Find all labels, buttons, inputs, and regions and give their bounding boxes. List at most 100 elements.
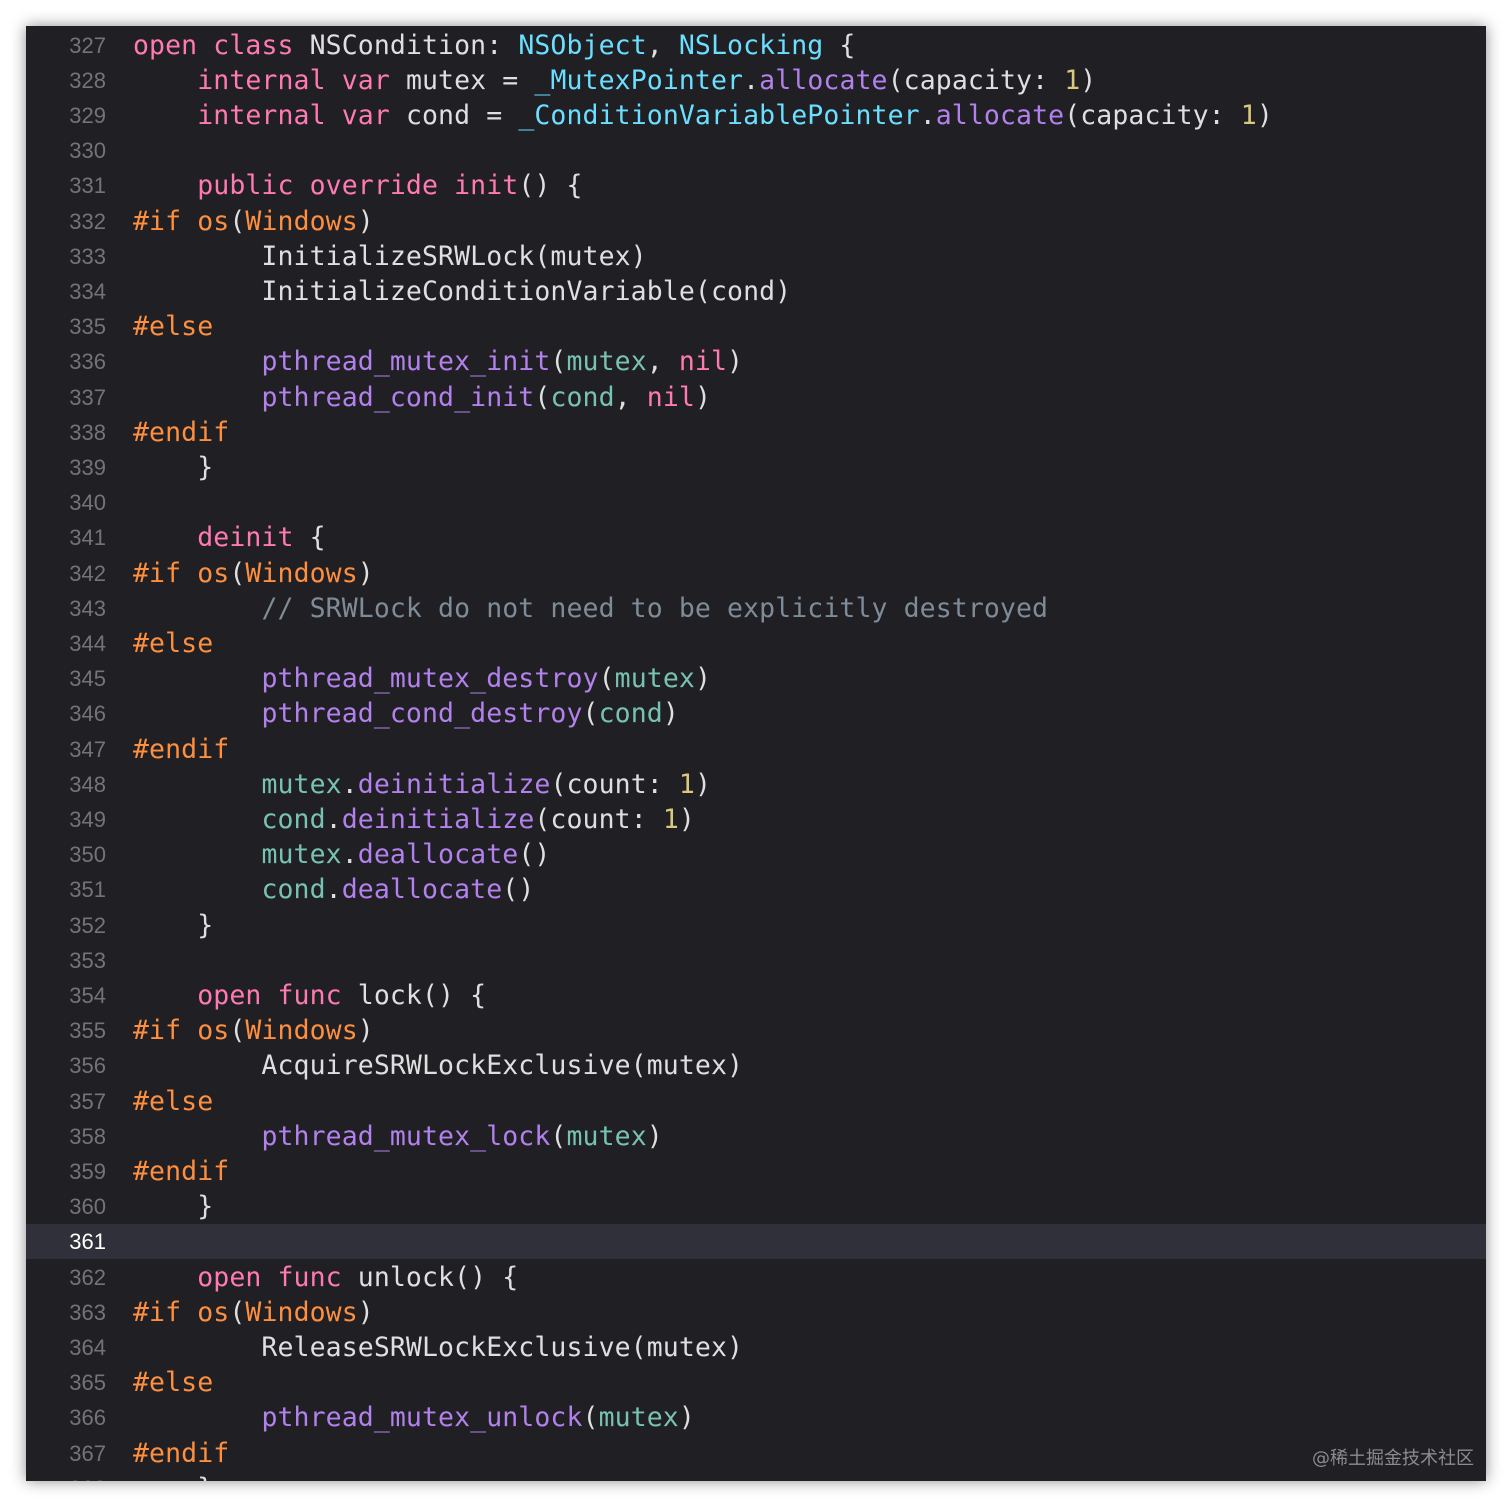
- code-line[interactable]: 353: [26, 943, 1486, 978]
- code-token: open: [133, 29, 198, 61]
- code-editor[interactable]: 327 open class NSCondition: NSObject, NSL…: [26, 26, 1486, 1481]
- code-line[interactable]: 339 }: [26, 450, 1486, 485]
- code-text: AcquireSRWLockExclusive(mutex): [133, 1048, 743, 1083]
- code-token: os: [197, 1296, 230, 1328]
- code-line[interactable]: 327 open class NSCondition: NSObject, NSL…: [26, 28, 1486, 63]
- line-number: 331: [69, 173, 106, 199]
- code-token: }: [133, 1473, 213, 1481]
- code-line[interactable]: 335 #else: [26, 309, 1486, 344]
- code-line[interactable]: 364 ReleaseSRWLockExclusive(mutex): [26, 1330, 1486, 1365]
- code-token: _MutexPointer: [534, 64, 744, 96]
- code-line[interactable]: 351 cond.deallocate(): [26, 872, 1486, 907]
- code-line[interactable]: 359 #endif: [26, 1154, 1486, 1189]
- code-text: #else: [133, 626, 213, 661]
- code-line[interactable]: 329 internal var cond = _ConditionVariab…: [26, 98, 1486, 133]
- code-text: cond.deinitialize(count: 1): [133, 802, 695, 837]
- line-number: 348: [69, 771, 106, 797]
- code-line[interactable]: 333 InitializeSRWLock(mutex): [26, 239, 1486, 274]
- code-token: #else: [133, 1085, 214, 1117]
- code-token: InitializeConditionVariable(cond): [133, 275, 792, 307]
- code-token: ): [694, 768, 711, 800]
- code-line[interactable]: 363 #if os(Windows): [26, 1295, 1486, 1330]
- code-line[interactable]: 341 deinit {: [26, 520, 1486, 555]
- code-line[interactable]: 350 mutex.deallocate(): [26, 837, 1486, 872]
- code-line[interactable]: 365 #else: [26, 1365, 1486, 1400]
- code-token: AcquireSRWLockExclusive(mutex): [133, 1050, 744, 1082]
- code-token: NSObject: [518, 29, 647, 61]
- code-token: #if: [133, 1296, 182, 1328]
- code-line[interactable]: 334 InitializeConditionVariable(cond): [26, 274, 1486, 309]
- line-number: 353: [69, 947, 106, 973]
- code-line[interactable]: 343 // SRWLock do not need to be explici…: [26, 591, 1486, 626]
- code-line[interactable]: 345 pthread_mutex_destroy(mutex): [26, 661, 1486, 696]
- code-line[interactable]: 342 #if os(Windows): [26, 556, 1486, 591]
- code-token: .: [743, 64, 760, 96]
- line-number: 361: [69, 1229, 106, 1255]
- code-line[interactable]: 355 #if os(Windows): [26, 1013, 1486, 1048]
- code-line[interactable]: 362 open func unlock() {: [26, 1260, 1486, 1295]
- code-token: #else: [133, 627, 214, 659]
- line-number: 350: [69, 842, 106, 868]
- code-line[interactable]: 332 #if os(Windows): [26, 204, 1486, 239]
- code-text: mutex.deallocate(): [133, 837, 550, 872]
- code-line[interactable]: 367 #endif: [26, 1436, 1486, 1471]
- code-token: cond: [261, 803, 326, 835]
- code-token: }: [133, 1191, 214, 1223]
- code-text: #endif: [133, 1436, 229, 1471]
- line-number: 332: [69, 208, 106, 234]
- code-text: internal var mutex = _MutexPointer.alloc…: [133, 63, 1096, 98]
- code-line[interactable]: 360 }: [26, 1189, 1486, 1224]
- code-token: #else: [133, 1367, 214, 1399]
- code-token: (: [582, 698, 599, 730]
- code-line[interactable]: 356 AcquireSRWLockExclusive(mutex): [26, 1048, 1486, 1083]
- code-line[interactable]: 331 public override init() {: [26, 168, 1486, 203]
- code-token: public: [197, 170, 294, 202]
- code-line[interactable]: 330: [26, 133, 1486, 168]
- code-token: internal: [197, 64, 326, 96]
- code-token: cond: [598, 698, 663, 730]
- line-number: 340: [69, 490, 106, 516]
- code-line[interactable]: 357 #else: [26, 1084, 1486, 1119]
- code-token: .: [341, 768, 358, 800]
- code-line[interactable]: 338 #endif: [26, 415, 1486, 450]
- code-line[interactable]: 366 pthread_mutex_unlock(mutex): [26, 1400, 1486, 1435]
- code-text: #else: [133, 1084, 213, 1119]
- code-line[interactable]: 361: [26, 1224, 1486, 1260]
- code-token: }: [133, 909, 214, 941]
- code-token: internal: [197, 99, 326, 131]
- code-line[interactable]: 346 pthread_cond_destroy(cond): [26, 696, 1486, 731]
- code-line[interactable]: 337 pthread_cond_init(cond, nil): [26, 380, 1486, 415]
- code-token: os: [197, 557, 230, 589]
- code-token: os: [197, 1015, 230, 1047]
- code-token: func: [277, 1261, 342, 1293]
- line-number: 355: [69, 1018, 106, 1044]
- line-number: 368: [26, 1471, 106, 1481]
- code-line[interactable]: 347 #endif: [26, 732, 1486, 767]
- code-token: ): [357, 1296, 374, 1328]
- code-token: mutex: [566, 346, 647, 378]
- code-token: deinitialize: [357, 768, 551, 800]
- code-token: .: [919, 99, 936, 131]
- code-line[interactable]: 354 open func lock() {: [26, 978, 1486, 1013]
- code-text: pthread_mutex_destroy(mutex): [133, 661, 711, 696]
- code-line[interactable]: 348 mutex.deinitialize(count: 1): [26, 767, 1486, 802]
- code-text: #if os(Windows): [133, 1013, 374, 1048]
- code-line[interactable]: 344 #else: [26, 626, 1486, 661]
- code-token: (: [582, 1402, 599, 1434]
- code-token: cond: [261, 874, 326, 906]
- code-text: pthread_mutex_unlock(mutex): [133, 1400, 695, 1435]
- code-line[interactable]: 328 internal var mutex = _MutexPointer.a…: [26, 63, 1486, 98]
- code-line[interactable]: 336 pthread_mutex_init(mutex, nil): [26, 344, 1486, 379]
- code-line[interactable]: 349 cond.deinitialize(count: 1): [26, 802, 1486, 837]
- code-line[interactable]: 340: [26, 485, 1486, 520]
- code-line[interactable]: 352 }: [26, 908, 1486, 943]
- code-line[interactable]: 358 pthread_mutex_lock(mutex): [26, 1119, 1486, 1154]
- code-line[interactable]: 368 }: [26, 1471, 1486, 1481]
- line-number: 329: [69, 102, 106, 128]
